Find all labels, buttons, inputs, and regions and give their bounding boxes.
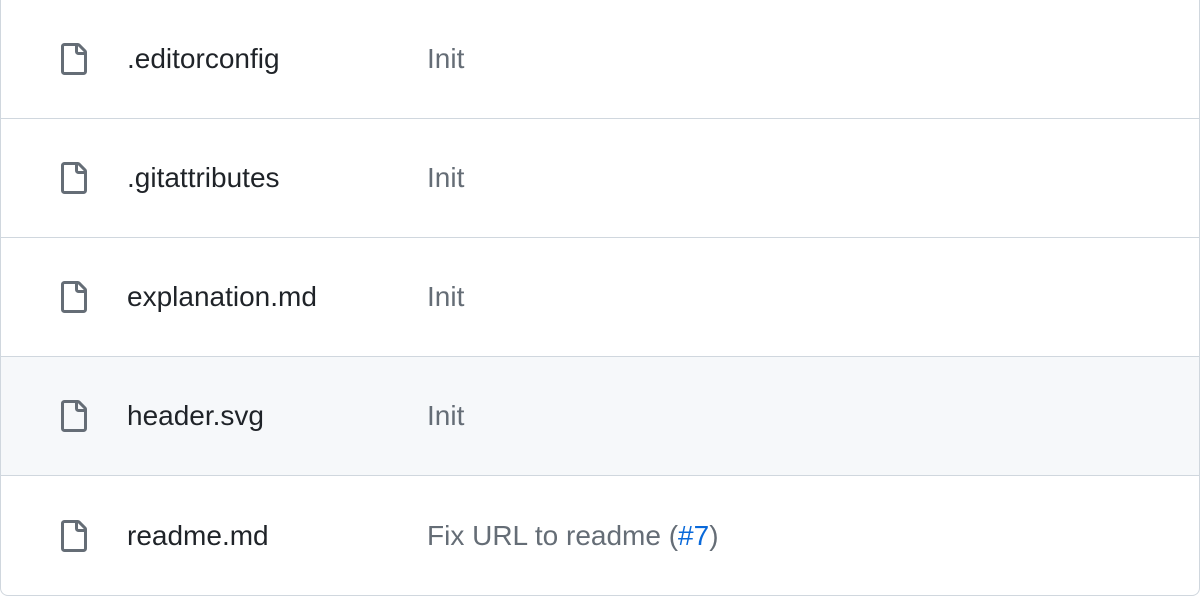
commit-message-link[interactable]: Fix URL to readme (#7): [427, 520, 1175, 552]
commit-message-text: Fix URL to readme: [427, 520, 669, 551]
file-name-link[interactable]: .editorconfig: [127, 43, 427, 75]
commit-message-link[interactable]: Init: [427, 43, 1175, 75]
file-icon: [57, 277, 89, 317]
file-icon: [57, 158, 89, 198]
commit-message-link[interactable]: Init: [427, 281, 1175, 313]
file-row[interactable]: header.svg Init: [1, 357, 1199, 476]
file-icon: [57, 39, 89, 79]
file-row[interactable]: .editorconfig Init: [1, 0, 1199, 119]
commit-message-link[interactable]: Init: [427, 162, 1175, 194]
file-name-link[interactable]: .gitattributes: [127, 162, 427, 194]
file-icon: [57, 516, 89, 556]
file-list: .editorconfig Init .gitattributes Init e…: [0, 0, 1200, 596]
file-row[interactable]: readme.md Fix URL to readme (#7): [1, 476, 1199, 595]
file-name-link[interactable]: readme.md: [127, 520, 427, 552]
file-icon: [57, 396, 89, 436]
file-name-link[interactable]: explanation.md: [127, 281, 427, 313]
file-row[interactable]: explanation.md Init: [1, 238, 1199, 357]
commit-message-link[interactable]: Init: [427, 400, 1175, 432]
file-row[interactable]: .gitattributes Init: [1, 119, 1199, 238]
pr-link[interactable]: #7: [678, 520, 709, 551]
file-name-link[interactable]: header.svg: [127, 400, 427, 432]
